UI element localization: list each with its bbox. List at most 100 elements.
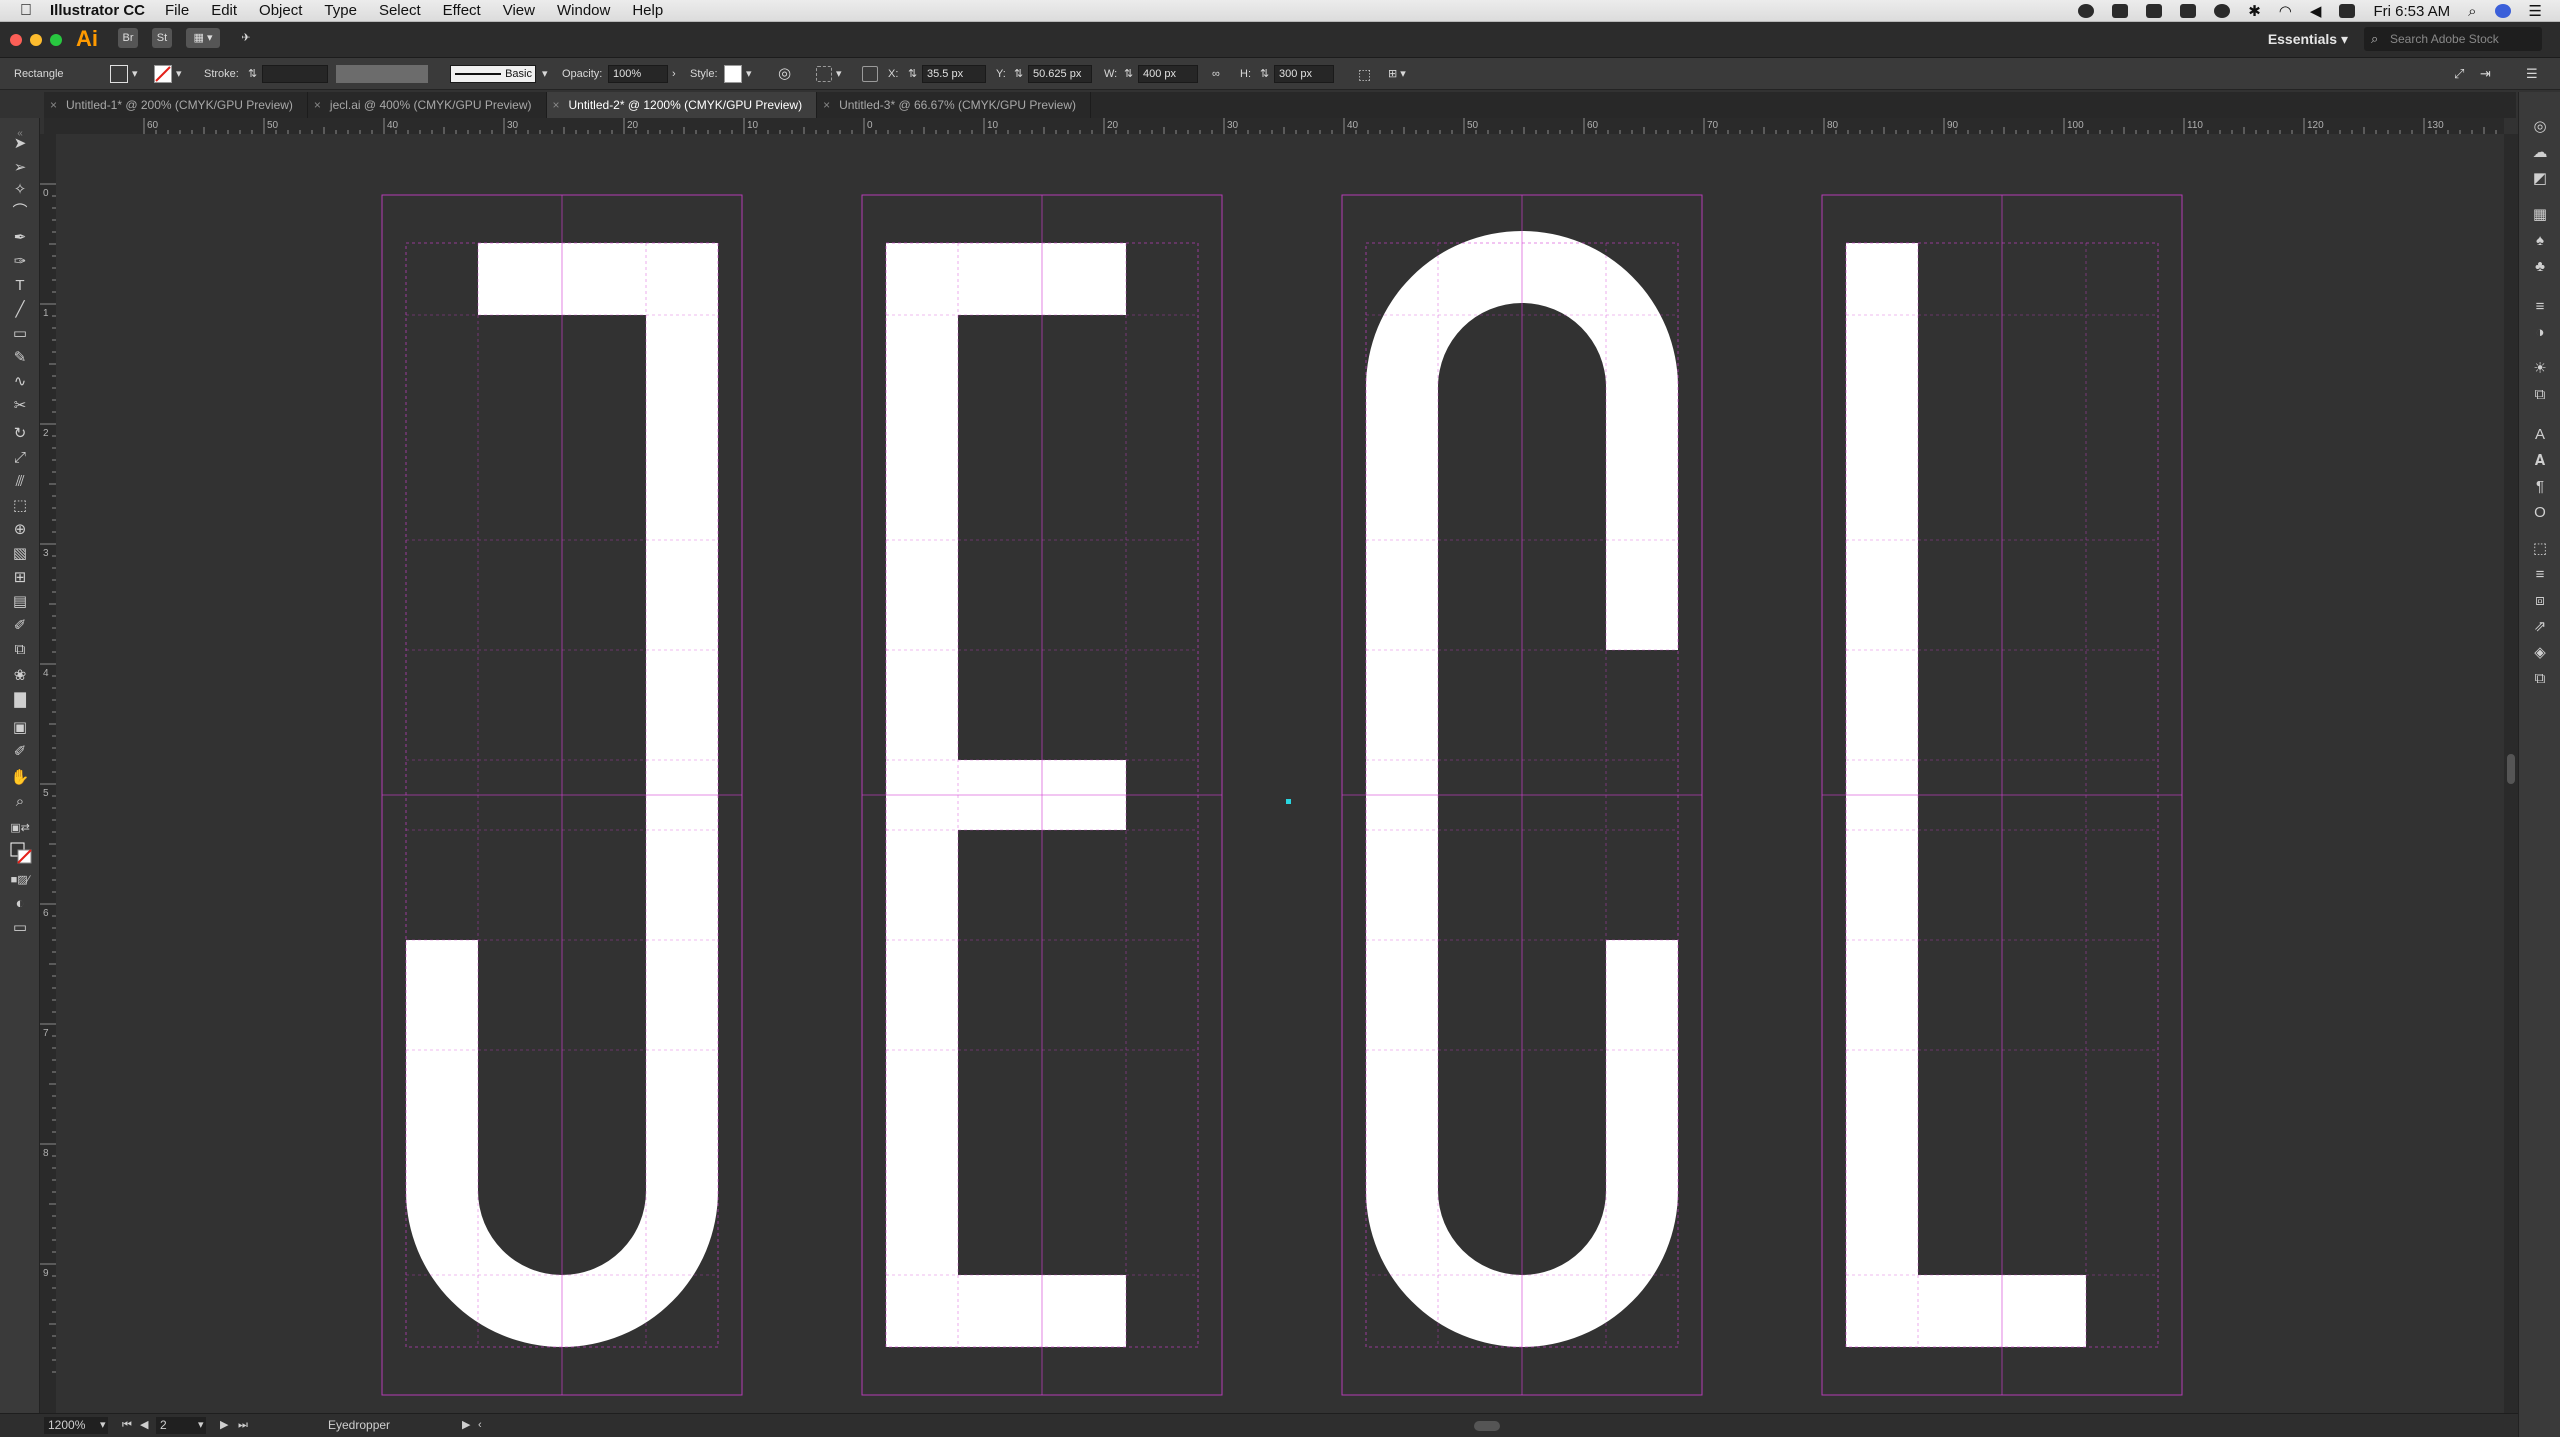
workspace-switcher[interactable]: Essentials ▾ (2268, 31, 2348, 48)
glyph-l-artboard[interactable] (1821, 194, 2183, 1396)
menu-edit[interactable]: Edit (211, 2, 237, 19)
color-panel-icon[interactable]: ▦ (2531, 206, 2549, 224)
menubar-clock[interactable]: Fri 6:53 AM (2373, 3, 2450, 20)
y-stepper-icon[interactable]: ⇅ (1014, 58, 1023, 90)
selection-tool-icon[interactable]: ➤ (10, 134, 30, 154)
direct-selection-tool-icon[interactable]: ➢ (10, 158, 30, 178)
stroke-panel-icon[interactable]: ≡ (2531, 298, 2549, 316)
artboard-dropdown-icon[interactable]: ▾ (198, 1417, 204, 1434)
line-segment-tool-icon[interactable]: ╱ (10, 300, 30, 320)
arrange-documents-icon[interactable]: ▦ ▾ (186, 28, 220, 48)
style-dropdown-icon[interactable]: ▾ (746, 58, 752, 90)
constrain-proportions-link-icon[interactable]: ∞ (1212, 58, 1220, 90)
brushes-panel-icon[interactable]: ♠ (2531, 232, 2549, 250)
variable-width-profile[interactable] (336, 65, 428, 83)
first-artboard-icon[interactable]: ⏮ (122, 1417, 132, 1434)
menu-window[interactable]: Window (557, 2, 610, 19)
vertical-scroll-thumb[interactable] (2507, 754, 2515, 784)
menu-view[interactable]: View (503, 2, 535, 19)
wifi-icon[interactable]: ◠ (2279, 2, 2292, 20)
column-graph-tool-icon[interactable]: ▇ (10, 690, 30, 710)
horizontal-ruler[interactable]: 60 50 40 30 20 10 0 10 20 30 40 50 60 70 80 90 100 110 120… (44, 118, 2504, 135)
y-position-field[interactable]: 50.625 px (1028, 65, 1092, 83)
magic-wand-tool-icon[interactable]: ✧ (10, 180, 30, 200)
previous-artboard-icon[interactable]: ◀ (140, 1417, 148, 1434)
color-none-gradient-icon[interactable]: ■▨∕ (10, 870, 30, 890)
appearance-panel-icon[interactable]: ☀ (2531, 360, 2549, 378)
mesh-tool-icon[interactable]: ⊞ (10, 568, 30, 588)
tab-untitled-2[interactable]: × Untitled-2* @ 1200% (CMYK/GPU Preview) (546, 92, 818, 118)
gradient-panel-icon[interactable]: ◑ (2531, 324, 2549, 342)
paintbrush-tool-icon[interactable]: ✎ (10, 348, 30, 368)
recolor-artwork-icon[interactable]: ◎ (778, 58, 791, 90)
artboard-canvas[interactable] (56, 134, 2504, 1413)
artwork-svg[interactable] (56, 134, 2504, 1413)
menu-object[interactable]: Object (259, 2, 302, 19)
pen-tool-icon[interactable]: ✒ (10, 228, 30, 248)
isolate-object-icon[interactable]: ⊞ ▾ (1388, 58, 1406, 90)
layers-panel-icon[interactable]: ◩ (2531, 170, 2549, 188)
symbol-sprayer-tool-icon[interactable]: ❀ (10, 666, 30, 686)
notification-center-icon[interactable]: ☰ (2529, 2, 2542, 20)
transform-icon[interactable]: ⬚ (1358, 58, 1371, 90)
vertical-scrollbar[interactable] (2504, 134, 2518, 1413)
artboard-tool-icon[interactable]: ▣ (10, 718, 30, 738)
curvature-tool-icon[interactable]: ✑ (10, 252, 30, 272)
default-colors-icon[interactable]: ▣⇄ (10, 818, 30, 838)
zoom-window-button[interactable] (50, 34, 62, 46)
fit-to-window-icon[interactable]: ⤢ (2454, 58, 2464, 90)
glyph-j-artboard[interactable] (381, 194, 743, 1396)
shape-builder-tool-icon[interactable]: ⊕ (10, 520, 30, 540)
status-menu-arrow-icon[interactable]: ▶ (462, 1417, 470, 1434)
width-field[interactable]: 400 px (1138, 65, 1198, 83)
zoom-dropdown-icon[interactable]: ▾ (100, 1417, 106, 1434)
libraries-panel-icon[interactable]: ☁ (2531, 144, 2549, 162)
last-artboard-icon[interactable]: ⏭ (238, 1417, 248, 1434)
eyedropper-tool-icon[interactable]: ✐ (10, 616, 30, 636)
siri-icon[interactable] (2494, 4, 2511, 18)
rotate-tool-icon[interactable]: ↻ (10, 424, 30, 444)
export-panel-icon[interactable]: ⇗ (2531, 618, 2549, 636)
dropbox-icon[interactable] (2112, 4, 2129, 18)
spotlight-search-icon[interactable]: ⌕ (2468, 3, 2476, 20)
close-tab-icon[interactable]: × (553, 92, 560, 118)
bridge-button[interactable]: Br (118, 28, 138, 48)
selected-anchor-point[interactable] (1286, 799, 1291, 804)
align-dropdown-icon[interactable]: ▾ (836, 58, 842, 90)
display-icon[interactable] (2339, 4, 2356, 18)
free-transform-tool-icon[interactable]: ⬚ (10, 496, 30, 516)
stock-button[interactable]: St (152, 28, 172, 48)
app-name-menu[interactable]: Illustrator CC (50, 2, 145, 19)
x-stepper-icon[interactable]: ⇅ (908, 58, 917, 90)
glyph-c-artboard[interactable] (1341, 194, 1703, 1396)
gradient-tool-icon[interactable]: ▤ (10, 592, 30, 612)
volume-icon[interactable]: ◀ (2310, 2, 2322, 20)
glyph-e-artboard[interactable] (861, 194, 1223, 1396)
properties-panel-icon[interactable]: ◎ (2531, 118, 2549, 136)
app-status-icon[interactable] (2146, 4, 2163, 18)
slice-tool-icon[interactable]: ✐ (10, 742, 30, 762)
fill-swatch[interactable] (110, 65, 128, 83)
opacity-label[interactable]: Opacity: (562, 58, 602, 90)
opacity-field[interactable]: 100% (608, 65, 668, 83)
gpu-performance-icon[interactable]: ✈ (236, 28, 256, 48)
align-panel-icon[interactable]: ⇥ (2480, 58, 2491, 90)
drawing-mode-icon[interactable]: ◐ (10, 894, 30, 914)
stroke-weight-field[interactable] (262, 65, 328, 83)
scissors-tool-icon[interactable]: ✂ (10, 396, 30, 416)
transform-panel-icon[interactable]: ⬚ (2531, 540, 2549, 558)
close-window-button[interactable] (10, 34, 22, 46)
time-machine-icon[interactable] (2214, 4, 2231, 18)
menu-type[interactable]: Type (324, 2, 357, 19)
close-tab-icon[interactable]: × (314, 92, 321, 118)
r-app-icon[interactable] (2180, 4, 2197, 18)
scale-tool-icon[interactable]: ⤢ (10, 448, 30, 468)
tab-untitled-1[interactable]: × Untitled-1* @ 200% (CMYK/GPU Preview) (44, 92, 308, 118)
symbols-panel-icon[interactable]: ♣ (2531, 258, 2549, 276)
graphic-style-swatch[interactable] (724, 65, 742, 83)
width-tool-icon[interactable]: ⫻ (10, 472, 30, 492)
zoom-tool-icon[interactable]: ⌕ (10, 792, 30, 812)
close-tab-icon[interactable]: × (50, 92, 57, 118)
brush-dropdown-icon[interactable]: ▾ (542, 58, 548, 90)
horizontal-scroll-thumb[interactable] (1474, 1421, 1500, 1431)
